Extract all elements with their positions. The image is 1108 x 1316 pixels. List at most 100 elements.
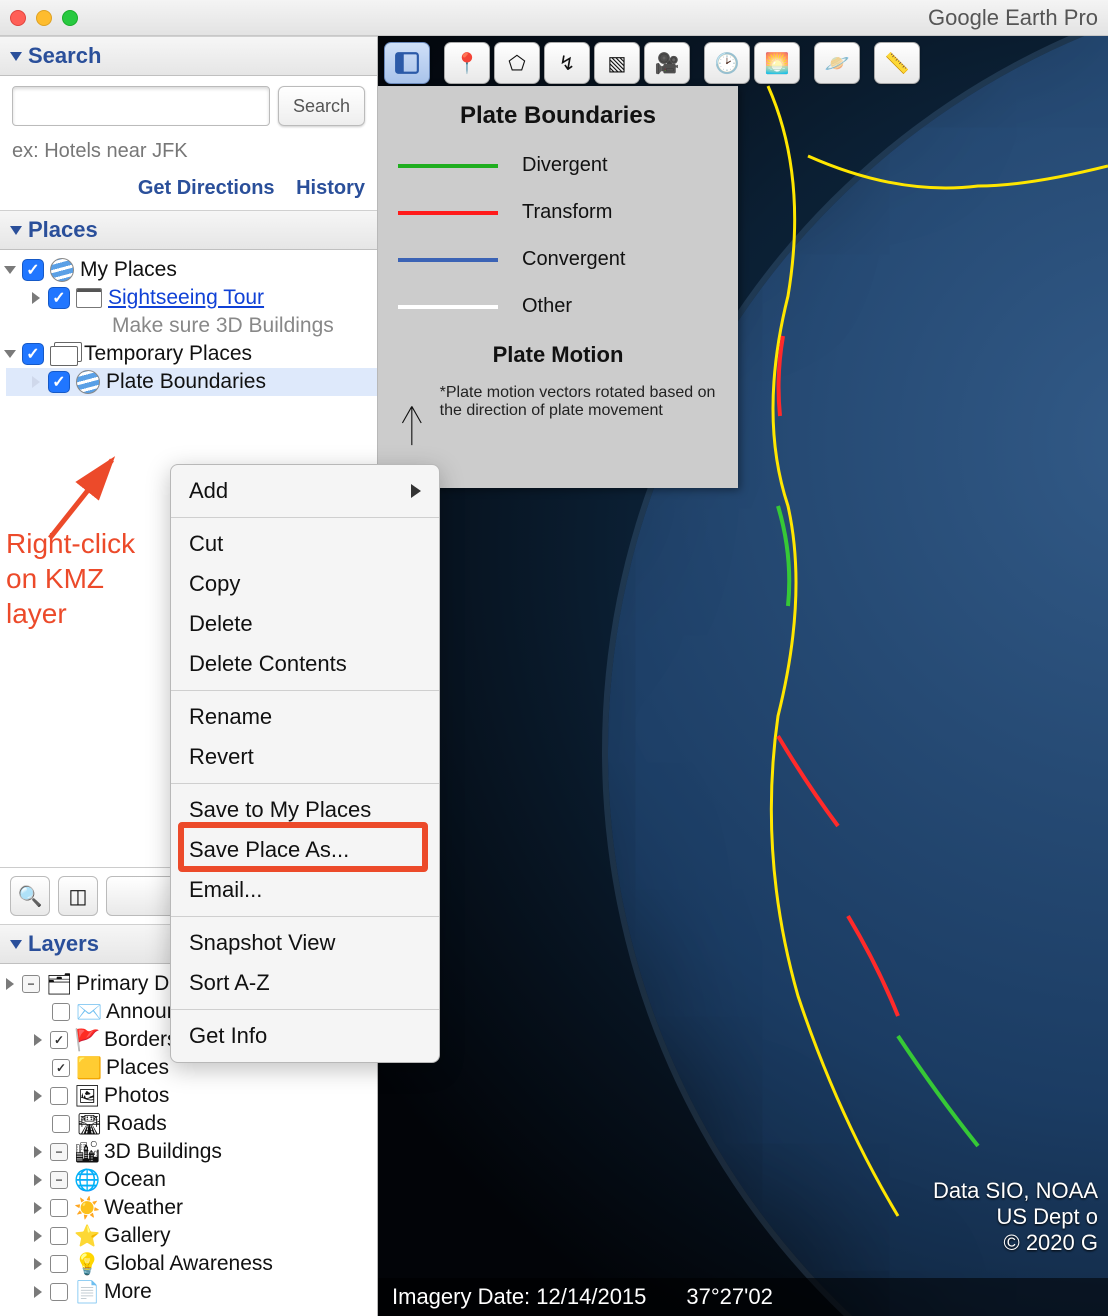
checkbox[interactable] — [50, 1031, 68, 1049]
tour-button[interactable]: ◫ — [58, 876, 98, 916]
places-header-label: Places — [28, 217, 98, 243]
viewport[interactable]: 📍 ⬠ ↯ ▧ 🎥 🕑 🌅 🪐 📏 Plate Boundaries Diver… — [378, 36, 1108, 1316]
menu-cut[interactable]: Cut — [171, 524, 439, 564]
disclosure-icon[interactable] — [34, 1090, 42, 1102]
add-path-button[interactable]: ↯ — [544, 42, 590, 84]
history-link[interactable]: History — [296, 177, 365, 199]
sunlight-button[interactable]: 🌅 — [754, 42, 800, 84]
disclosure-icon — [34, 1119, 44, 1129]
menu-delete[interactable]: Delete — [171, 604, 439, 644]
get-directions-link[interactable]: Get Directions — [138, 177, 275, 199]
layer-item[interactable]: ☀️Weather — [6, 1194, 377, 1222]
disclosure-icon[interactable] — [34, 1146, 42, 1158]
checkbox[interactable] — [50, 1227, 68, 1245]
annotation-text: Right-click on KMZ layer — [6, 526, 135, 631]
checkbox[interactable] — [48, 287, 70, 309]
window-titlebar: Google Earth Pro — [0, 0, 1108, 36]
fullscreen-window-button[interactable] — [62, 10, 78, 26]
layer-item[interactable]: ⭐Gallery — [6, 1222, 377, 1250]
viewport-toolbar: 📍 ⬠ ↯ ▧ 🎥 🕑 🌅 🪐 📏 — [384, 42, 920, 84]
checkbox[interactable] — [52, 1003, 70, 1021]
places-panel-header[interactable]: Places — [0, 210, 377, 250]
disclosure-icon[interactable] — [34, 1286, 42, 1298]
historical-imagery-button[interactable]: 🕑 — [704, 42, 750, 84]
disclosure-icon[interactable] — [34, 1202, 42, 1214]
find-place-button[interactable]: 🔍 — [10, 876, 50, 916]
layer-item[interactable]: 🖼Photos — [6, 1082, 377, 1110]
checkbox[interactable] — [22, 343, 44, 365]
disclosure-icon[interactable] — [4, 266, 16, 274]
checkbox[interactable] — [22, 259, 44, 281]
record-tour-button[interactable]: 🎥 — [644, 42, 690, 84]
clock-icon: 🕑 — [715, 51, 740, 76]
menu-save-place-as[interactable]: Save Place As... — [171, 830, 439, 870]
checkbox[interactable] — [50, 1255, 68, 1273]
my-places-label: My Places — [80, 258, 177, 282]
disclosure-icon[interactable] — [34, 1258, 42, 1270]
menu-save-to-my-places[interactable]: Save to My Places — [171, 790, 439, 830]
menu-copy[interactable]: Copy — [171, 564, 439, 604]
menu-add[interactable]: Add — [171, 471, 439, 511]
checkbox[interactable] — [50, 1283, 68, 1301]
checkbox[interactable] — [22, 975, 40, 993]
layer-item[interactable]: 🏙3D Buildings — [6, 1138, 377, 1166]
search-input[interactable] — [12, 86, 270, 126]
minimize-window-button[interactable] — [36, 10, 52, 26]
checkbox[interactable] — [52, 1059, 70, 1077]
add-placemark-button[interactable]: 📍 — [444, 42, 490, 84]
add-overlay-button[interactable]: ▧ — [594, 42, 640, 84]
layer-label: Roads — [106, 1112, 167, 1136]
checkbox[interactable] — [48, 371, 70, 393]
layer-label: Global Awareness — [104, 1252, 273, 1276]
legend-motion-title: Plate Motion — [398, 342, 718, 368]
checkbox[interactable] — [50, 1087, 68, 1105]
legend-label-other: Other — [522, 295, 572, 318]
layer-label: Weather — [104, 1196, 183, 1220]
menu-email-label: Email... — [189, 877, 262, 903]
disclosure-icon[interactable] — [32, 376, 40, 388]
search-panel-header[interactable]: Search — [0, 36, 377, 76]
disclosure-icon[interactable] — [34, 1034, 42, 1046]
disclosure-icon[interactable] — [34, 1174, 42, 1186]
legend-line-convergent — [398, 258, 498, 262]
sightseeing-link[interactable]: Sightseeing Tour — [108, 286, 264, 310]
menu-rename-label: Rename — [189, 704, 272, 730]
add-polygon-button[interactable]: ⬠ — [494, 42, 540, 84]
menu-get-info[interactable]: Get Info — [171, 1016, 439, 1056]
disclosure-icon[interactable] — [4, 350, 16, 358]
layer-item[interactable]: 💡Global Awareness — [6, 1250, 377, 1278]
layer-item[interactable]: 🛣Roads — [6, 1110, 377, 1138]
3d-icon: 🏙 — [74, 1141, 98, 1163]
layer-item[interactable]: 🌐Ocean — [6, 1166, 377, 1194]
checkbox[interactable] — [50, 1171, 68, 1189]
attribution-line1: Data SIO, NOAA — [933, 1178, 1098, 1204]
menu-delete-contents[interactable]: Delete Contents — [171, 644, 439, 684]
layer-item[interactable]: 📄More — [6, 1278, 377, 1306]
search-button[interactable]: Search — [278, 86, 365, 126]
places-item-temporary[interactable]: Temporary Places — [6, 340, 377, 368]
disclosure-icon[interactable] — [32, 292, 40, 304]
menu-revert[interactable]: Revert — [171, 737, 439, 777]
toggle-sidebar-button[interactable] — [384, 42, 430, 84]
checkbox[interactable] — [52, 1115, 70, 1133]
places-item-my-places[interactable]: My Places — [6, 256, 377, 284]
menu-rename[interactable]: Rename — [171, 697, 439, 737]
planets-button[interactable]: 🪐 — [814, 42, 860, 84]
close-window-button[interactable] — [10, 10, 26, 26]
menu-delete-contents-label: Delete Contents — [189, 651, 347, 677]
disclosure-icon[interactable] — [6, 978, 14, 990]
menu-snapshot-view[interactable]: Snapshot View — [171, 923, 439, 963]
menu-sort[interactable]: Sort A-Z — [171, 963, 439, 1003]
places-item-sightseeing[interactable]: Sightseeing Tour — [6, 284, 377, 312]
places-item-plate-boundaries[interactable]: Plate Boundaries — [6, 368, 377, 396]
collapse-icon — [10, 940, 22, 949]
legend-box: Plate Boundaries Divergent Transform Con… — [378, 86, 738, 488]
checkbox[interactable] — [50, 1143, 68, 1161]
ruler-button[interactable]: 📏 — [874, 42, 920, 84]
disclosure-icon[interactable] — [34, 1230, 42, 1242]
menu-revert-label: Revert — [189, 744, 254, 770]
menu-email[interactable]: Email... — [171, 870, 439, 910]
menu-separator — [171, 916, 439, 917]
checkbox[interactable] — [50, 1199, 68, 1217]
camera-icon: 🎥 — [655, 51, 680, 76]
